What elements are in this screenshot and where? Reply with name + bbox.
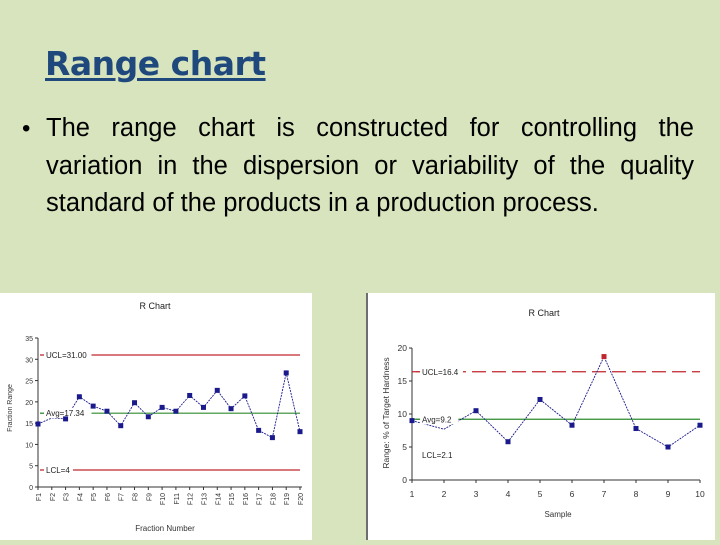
data-point-F7 [118,423,124,429]
x-tick-label: F13 [201,493,208,505]
data-point-8 [633,426,639,432]
bullet-item: • The range chart is constructed for con… [22,110,694,223]
y-tick-label: 0 [402,475,407,485]
data-point-F10 [159,404,165,410]
x-tick-label: F8 [133,493,140,501]
data-point-F18 [269,435,275,441]
x-tick-label: F18 [270,493,277,505]
x-tick-label: 2 [442,489,447,499]
control-line-label-avg: Avg=9.2 [422,415,452,424]
sample-range-chart-panel: R Chart 0 5 10 15 20 1 2 3 4 5 6 7 8 9 10 Sample Range: %… [366,293,715,540]
bullet-icon: • [22,115,31,142]
data-point-F17 [256,427,262,433]
slide-title: Range chart [45,44,266,83]
x-tick-label: F20 [298,493,305,505]
x-tick-label: 1 [410,489,415,499]
data-point-F4 [76,394,82,400]
x-tick-label: F9 [146,493,153,501]
x-tick-label: 3 [474,489,479,499]
x-tick-label: F3 [64,493,71,501]
y-tick-label: 15 [25,421,33,428]
y-tick-label: 20 [398,343,408,353]
x-tick-label: 4 [506,489,511,499]
x-tick-label: F10 [160,493,167,505]
x-tick-label: F16 [243,493,250,505]
y-tick-label: 10 [25,442,33,449]
y-tick-label: 30 [25,357,33,364]
data-point-F1 [35,421,41,427]
data-point-F16 [242,393,248,399]
x-axis-label: Fraction Number [135,524,195,533]
x-tick-label: F5 [91,493,98,501]
x-tick-label: 7 [602,489,607,499]
chart-title: R Chart [139,301,171,311]
y-axis-label: Fraction Range [7,384,14,432]
y-tick-label: 0 [29,485,33,492]
x-tick-label: 8 [634,489,639,499]
x-tick-label: 9 [666,489,671,499]
control-line-label-lcl: LCL=2.1 [422,451,453,460]
x-tick-label: 10 [695,489,705,499]
x-tick-label: F12 [188,493,195,505]
x-tick-label: F7 [119,493,126,501]
data-point-4 [505,439,511,445]
data-point-F5 [90,403,96,409]
x-tick-label: 5 [538,489,543,499]
control-line-label-ucl: UCL=16.4 [422,368,459,377]
y-tick-label: 20 [25,400,33,407]
control-line-label-lcl: LCL=4 [46,466,70,475]
y-tick-label: 35 [25,336,33,343]
fraction-range-chart: R Chart 0 5 10 15 20 25 30 35 F1 F2 F3 F4 F5 F6 F7 F8 F9 F… [7,301,305,533]
x-tick-label: F19 [284,493,291,505]
x-tick-label: F11 [174,493,181,505]
data-point-F3 [63,416,69,422]
data-point-F19 [283,370,289,376]
y-tick-label: 25 [25,379,33,386]
x-tick-label: F15 [229,493,236,505]
chart-title: R Chart [528,308,560,318]
data-point-F8 [132,400,138,406]
y-tick-label: 5 [402,442,407,452]
control-line-label-ucl: UCL=31.00 [46,351,87,360]
data-point-F11 [173,408,179,414]
fraction-range-chart-panel: R Chart 0 5 10 15 20 25 30 35 F1 F2 F3 F4 F5 F6 F7 F8 F9 F… [0,293,312,540]
data-point-F9 [145,414,151,420]
data-point-3 [473,408,479,414]
x-axis-label: Sample [544,510,572,519]
y-tick-label: 15 [398,376,408,386]
y-tick-label: 5 [29,464,33,471]
bullet-text: The range chart is constructed for contr… [46,114,694,217]
y-axis-label: Range: % of Target Hardness [381,357,391,468]
data-point-F20 [297,429,303,435]
x-tick-label: F1 [36,493,43,501]
data-point-F14 [214,387,220,393]
data-point-9 [665,444,671,450]
data-point-6 [569,422,575,428]
x-tick-label: F14 [215,493,222,505]
data-point-F6 [104,408,110,414]
data-point-F12 [187,392,193,398]
x-tick-label: F17 [257,493,264,505]
data-point-5 [537,396,543,402]
x-tick-label: F6 [105,493,112,501]
x-tick-label: F2 [50,493,57,501]
data-point-1 [409,418,415,424]
y-tick-label: 10 [398,409,408,419]
data-point-F13 [200,404,206,410]
data-point-F15 [228,406,234,412]
sample-range-chart: R Chart 0 5 10 15 20 1 2 3 4 5 6 7 8 9 10 Sample Range: %… [381,308,705,519]
data-point-10 [697,422,703,428]
x-tick-label: 6 [570,489,575,499]
data-point-7 [601,354,607,360]
x-tick-label: F4 [77,493,84,501]
